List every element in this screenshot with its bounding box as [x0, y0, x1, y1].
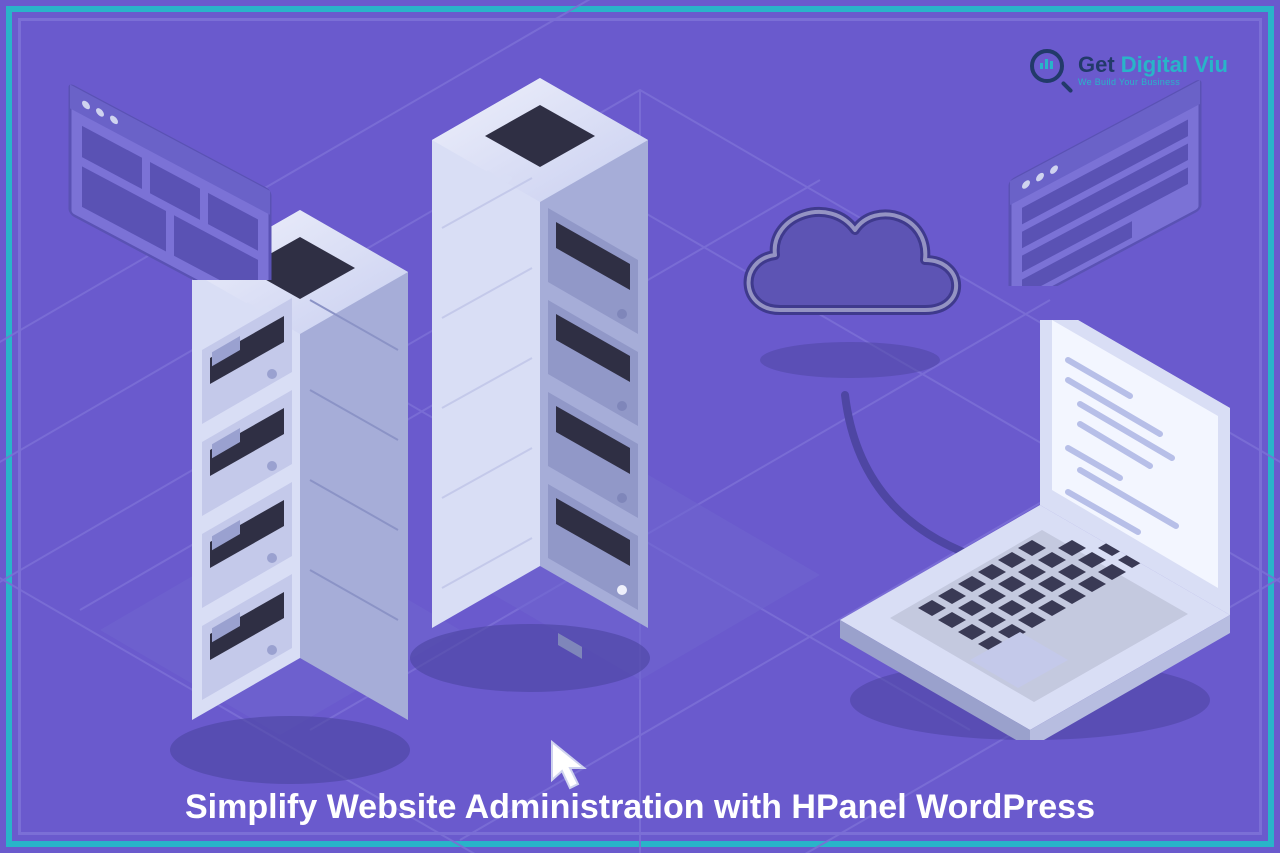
brand-logo: Get Digital Viu We Build Your Business: [1030, 40, 1240, 100]
logo-tagline: We Build Your Business: [1078, 78, 1228, 87]
cursor-icon: [548, 740, 594, 794]
hero-caption: Simplify Website Administration with HPa…: [0, 788, 1280, 827]
laptop: [820, 320, 1250, 740]
logo-title: Get Digital Viu: [1078, 54, 1228, 76]
server-tower-right: [390, 18, 670, 698]
magnifier-icon: [1030, 49, 1072, 91]
browser-card-right: [1000, 76, 1230, 286]
browser-card-left: [60, 70, 300, 280]
